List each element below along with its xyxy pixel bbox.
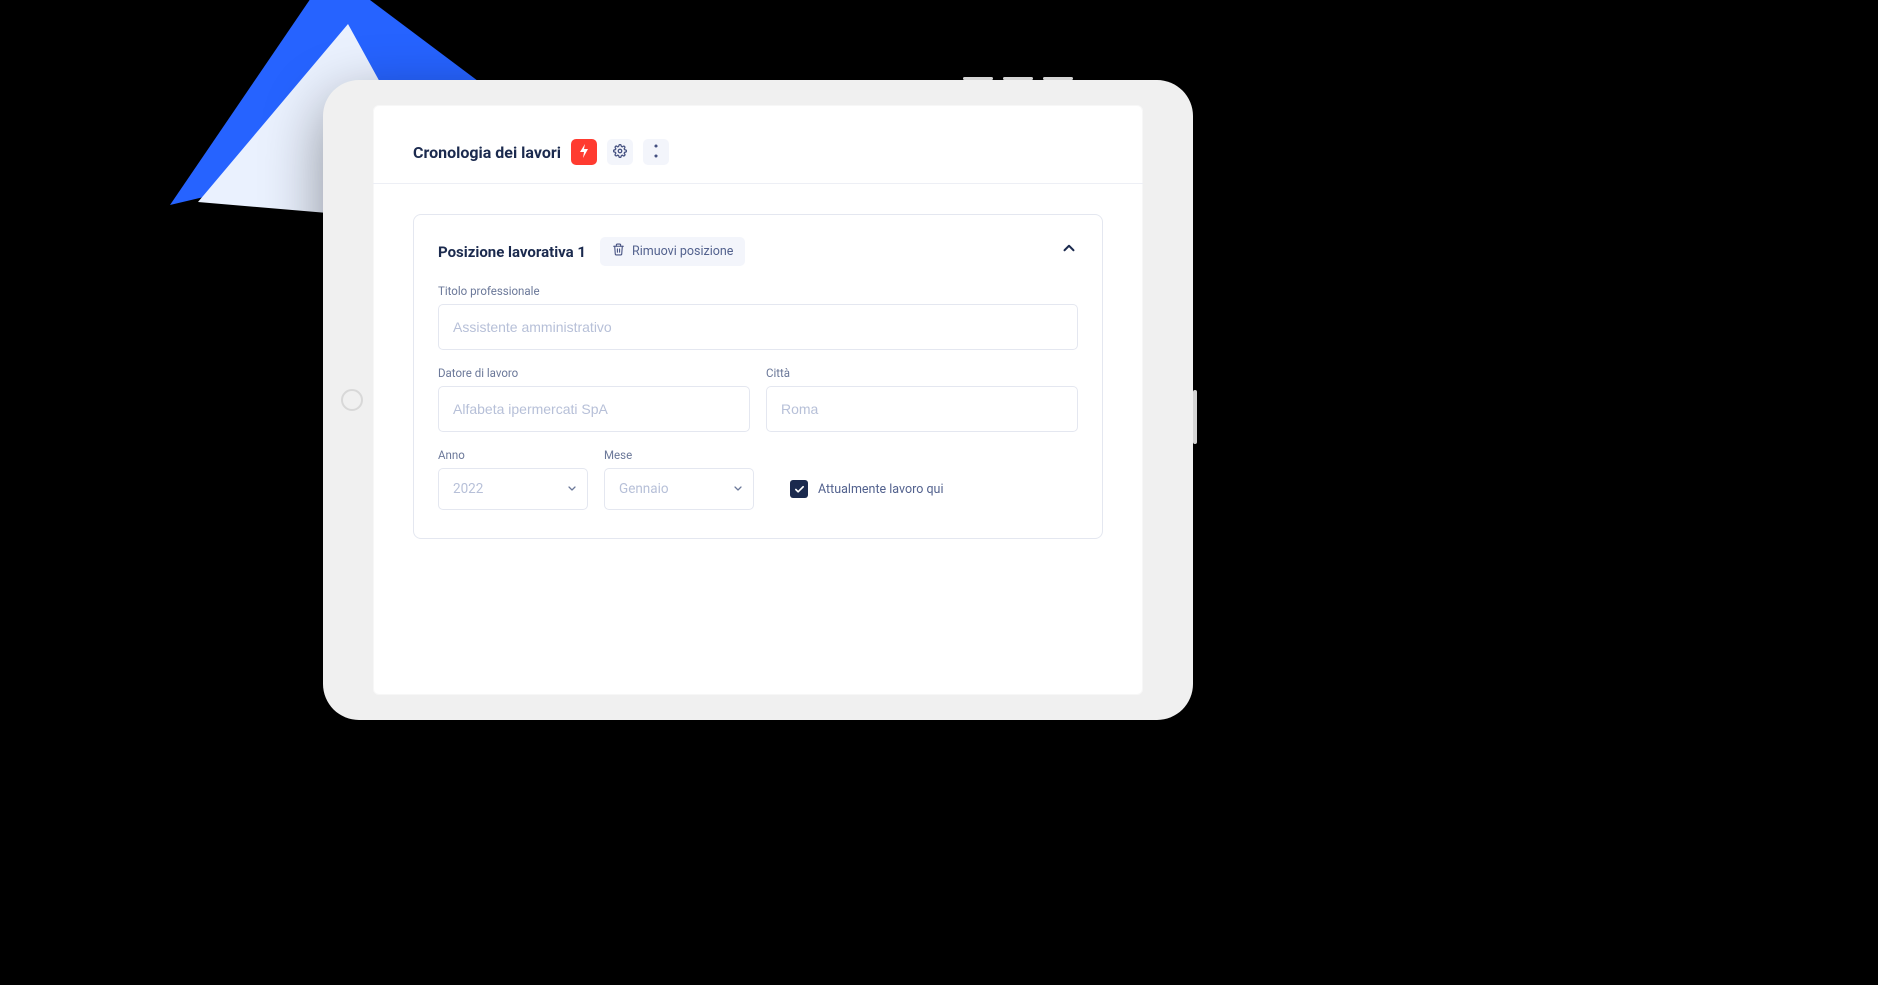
- month-select[interactable]: Gennaio: [604, 468, 754, 510]
- reorder-button[interactable]: [643, 139, 669, 165]
- drag-vertical-icon: [652, 143, 660, 162]
- section-header: Cronologia dei lavori: [373, 105, 1143, 184]
- collapse-button[interactable]: [1060, 239, 1078, 261]
- remove-position-label: Rimuovi posizione: [632, 244, 733, 259]
- ai-assist-button[interactable]: [571, 139, 597, 165]
- year-label: Anno: [438, 448, 588, 462]
- position-card: Posizione lavorativa 1 Rimuovi posizione…: [413, 214, 1103, 539]
- year-value: 2022: [453, 481, 483, 497]
- settings-button[interactable]: [607, 139, 633, 165]
- trash-icon: [612, 243, 625, 260]
- job-title-label: Titolo professionale: [438, 284, 1078, 298]
- employer-label: Datore di lavoro: [438, 366, 750, 380]
- tablet-frame: Cronologia dei lavori Posizione lavorati…: [323, 80, 1193, 720]
- current-job-label: Attualmente lavoro qui: [818, 482, 944, 497]
- tablet-home-button: [341, 389, 363, 411]
- card-header: Posizione lavorativa 1 Rimuovi posizione: [438, 237, 1078, 266]
- month-value: Gennaio: [619, 481, 669, 497]
- tablet-side-button: [1193, 390, 1197, 444]
- check-icon: [794, 480, 805, 499]
- lightning-icon: [578, 143, 590, 162]
- remove-position-button[interactable]: Rimuovi posizione: [600, 237, 745, 266]
- month-label: Mese: [604, 448, 754, 462]
- chevron-up-icon: [1060, 242, 1078, 261]
- current-job-checkbox[interactable]: [790, 480, 808, 498]
- gear-icon: [613, 143, 627, 162]
- job-title-input[interactable]: [438, 304, 1078, 350]
- year-select[interactable]: 2022: [438, 468, 588, 510]
- tablet-top-buttons: [963, 77, 1073, 80]
- section-title: Cronologia dei lavori: [413, 143, 561, 162]
- employer-input[interactable]: [438, 386, 750, 432]
- card-title: Posizione lavorativa 1: [438, 243, 586, 261]
- app-screen: Cronologia dei lavori Posizione lavorati…: [373, 105, 1143, 695]
- city-input[interactable]: [766, 386, 1078, 432]
- city-label: Città: [766, 366, 1078, 380]
